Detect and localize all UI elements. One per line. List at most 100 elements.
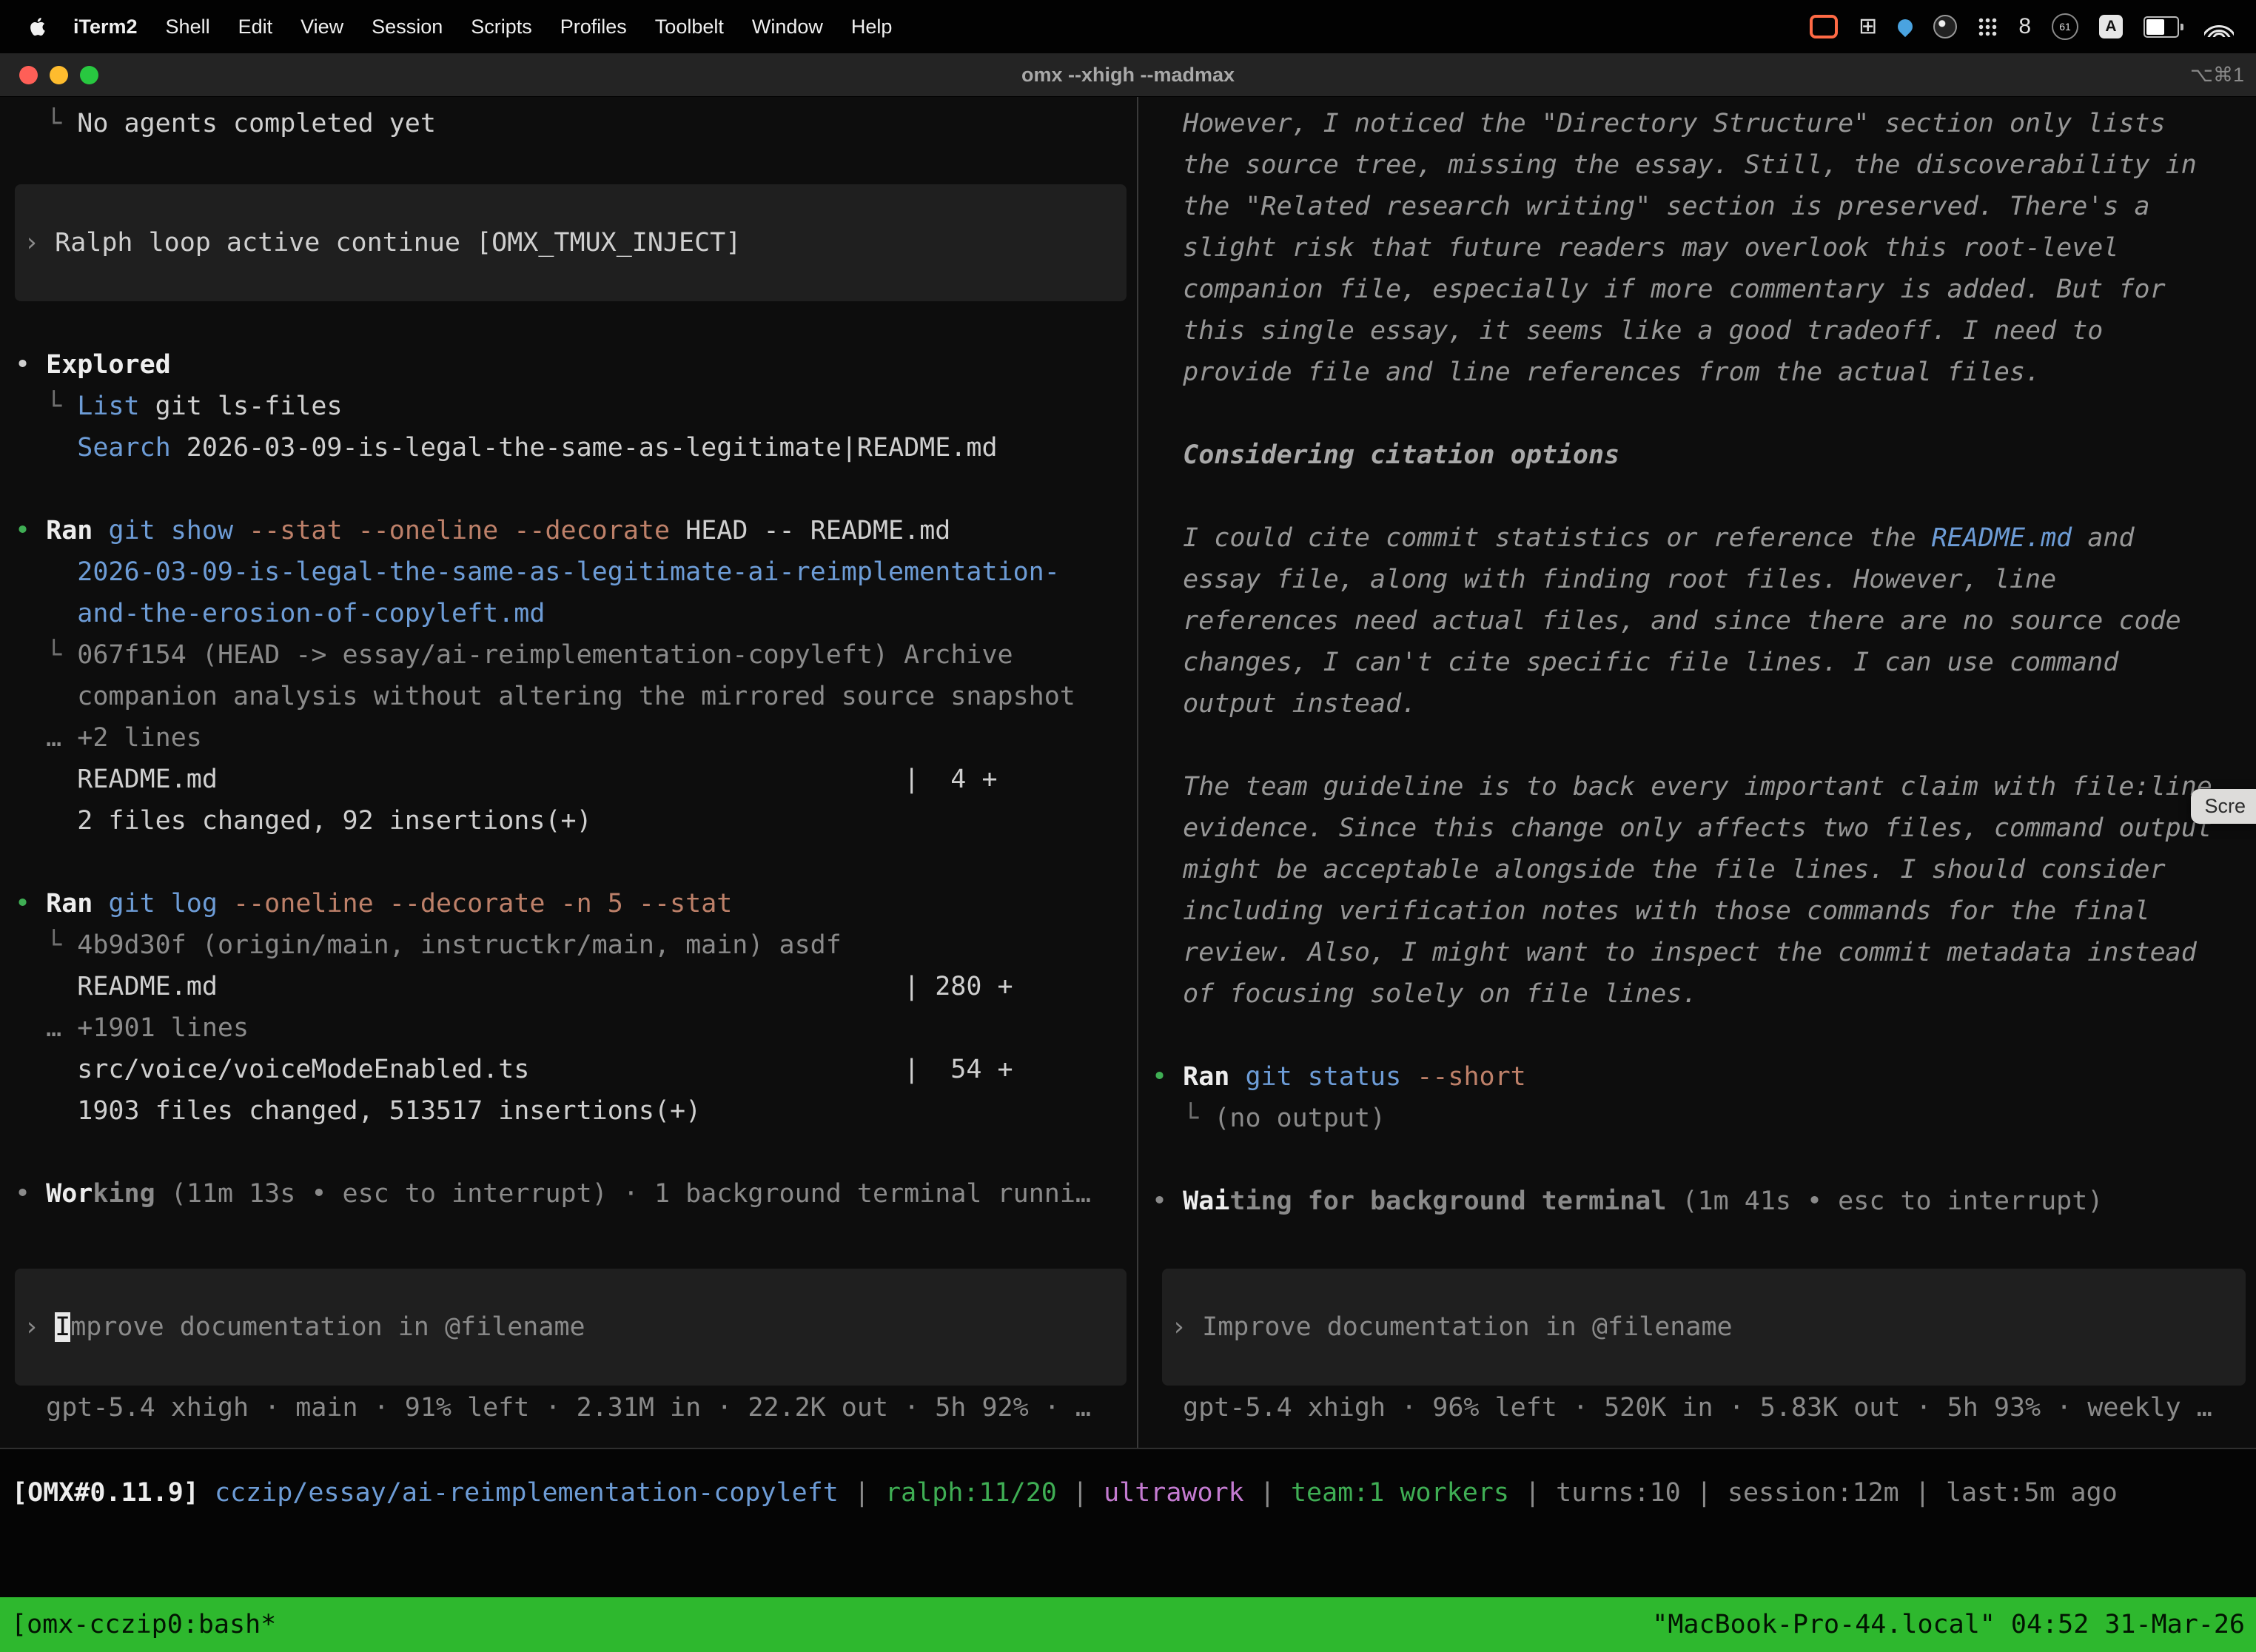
chat-input-right[interactable]: › Improve documentation in @filename xyxy=(1162,1269,2246,1386)
terminal-line xyxy=(1152,476,2256,517)
terminal-line xyxy=(15,1132,1137,1173)
terminal-line: README.md | 280 + xyxy=(15,966,1137,1007)
terminal-line: └ List git ls-files xyxy=(15,386,1137,427)
terminal-line: references need actual files, and since … xyxy=(1152,600,2256,642)
terminal-line: … +2 lines xyxy=(15,717,1137,759)
agent-summary: └ No agents completed yet xyxy=(15,103,1137,144)
input-placeholder: mprove documentation in @filename xyxy=(70,1312,585,1342)
terminal-line xyxy=(1152,1139,2256,1181)
terminal-line xyxy=(1152,1015,2256,1056)
dots-grid-icon[interactable] xyxy=(1978,17,1998,37)
agent-transcript-right: However, I noticed the "Directory Struct… xyxy=(1152,103,2256,1222)
window-shortcut-hint: ⌥⌘1 xyxy=(2190,64,2244,87)
tmux-host-clock-label: "MacBook-Pro-44.local" 04:52 31-Mar-26 xyxy=(1652,1610,2245,1639)
terminal-line: • Explored xyxy=(15,344,1137,386)
close-button[interactable] xyxy=(19,66,38,84)
window-title: omx --xhigh --madmax xyxy=(0,64,2256,87)
menu-bar-status-icons: ⊞ 8 61 A xyxy=(1810,13,2234,40)
battery-percent-icon[interactable]: 61 xyxy=(2052,13,2078,40)
inject-message-box: › Ralph loop active continue [OMX_TMUX_I… xyxy=(15,184,1127,301)
terminal-line: might be acceptable alongside the file l… xyxy=(1152,849,2256,890)
terminal-line xyxy=(1152,393,2256,434)
omx-status-line: [OMX#0.11.9] cczip/essay/ai-reimplementa… xyxy=(0,1472,2256,1514)
terminal-line: … +1901 lines xyxy=(15,1007,1137,1049)
battery-icon[interactable] xyxy=(2143,16,2183,38)
prompt-chevron: › xyxy=(1171,1312,1186,1342)
input-source-icon[interactable]: A xyxy=(2099,15,2123,38)
terminal-line xyxy=(1152,725,2256,766)
terminal-line: However, I noticed the "Directory Struct… xyxy=(1152,103,2256,144)
input-placeholder: Improve documentation in @filename xyxy=(1202,1312,1732,1342)
inject-tag: [OMX_TMUX_INJECT] xyxy=(476,228,741,258)
disk-utility-icon[interactable] xyxy=(1933,15,1957,38)
terminal-pane-right[interactable]: However, I noticed the "Directory Struct… xyxy=(1138,97,2256,1448)
terminal-line: I could cite commit statistics or refere… xyxy=(1152,517,2256,559)
menu-item-view[interactable]: View xyxy=(286,16,357,38)
menu-items: iTerm2ShellEditViewSessionScriptsProfile… xyxy=(59,16,906,38)
menu-item-edit[interactable]: Edit xyxy=(224,16,287,38)
terminal-line: • Ran git show --stat --oneline --decora… xyxy=(15,510,1137,551)
model-status-left: gpt-5.4 xhigh · main · 91% left · 2.31M … xyxy=(15,1387,1137,1428)
terminal-line: changes, I can't cite specific file line… xyxy=(1152,642,2256,683)
prompt-chevron: › xyxy=(24,1312,39,1342)
terminal-line: 2 files changed, 92 insertions(+) xyxy=(15,800,1137,842)
terminal-line xyxy=(15,842,1137,883)
terminal-line: • Waiting for background terminal (1m 41… xyxy=(1152,1181,2256,1222)
terminal-line: • Working (11m 13s • esc to interrupt) ·… xyxy=(15,1173,1137,1215)
text-cursor: I xyxy=(55,1312,70,1342)
window-title-bar: omx --xhigh --madmax ⌥⌘1 xyxy=(0,53,2256,97)
terminal-line: The team guideline is to back every impo… xyxy=(1152,766,2256,807)
pane-bottom-right: › Improve documentation in @filename gpt… xyxy=(1152,1269,2256,1448)
terminal-line: evidence. Since this change only affects… xyxy=(1152,807,2256,849)
terminal-line: 1903 files changed, 513517 insertions(+) xyxy=(15,1090,1137,1132)
tmux-status-bar: [omx-cczip0:bash* "MacBook-Pro-44.local"… xyxy=(0,1597,2256,1652)
tmux-panes: └ No agents completed yet › Ralph loop a… xyxy=(0,97,2256,1449)
menu-item-profiles[interactable]: Profiles xyxy=(546,16,641,38)
terminal-line: and-the-erosion-of-copyleft.md xyxy=(15,593,1137,634)
window-grid-icon[interactable]: ⊞ xyxy=(1859,16,1877,38)
wifi-icon[interactable] xyxy=(2204,16,2234,37)
apple-logo-icon[interactable] xyxy=(30,16,49,38)
menu-item-shell[interactable]: Shell xyxy=(152,16,224,38)
terminal-pane-left[interactable]: └ No agents completed yet › Ralph loop a… xyxy=(0,97,1138,1448)
terminal-line: [OMX#0.11.9] cczip/essay/ai-reimplementa… xyxy=(12,1472,2256,1514)
terminal-line: Considering citation options xyxy=(1152,434,2256,476)
menu-item-toolbelt[interactable]: Toolbelt xyxy=(641,16,738,38)
terminal-line: 2026-03-09-is-legal-the-same-as-legitima… xyxy=(15,551,1137,593)
menu-item-scripts[interactable]: Scripts xyxy=(457,16,546,38)
menu-bar: iTerm2ShellEditViewSessionScriptsProfile… xyxy=(0,0,2256,53)
terminal-line xyxy=(15,469,1137,510)
agent-transcript-left: • Explored└ List git ls-filesSearch 2026… xyxy=(15,344,1137,1215)
screen-recording-icon[interactable] xyxy=(1810,15,1838,38)
screenshot-popup[interactable]: Scre xyxy=(2191,789,2256,824)
terminal-line: this single essay, it seems like a good … xyxy=(1152,310,2256,352)
terminal-line: review. Also, I might want to inspect th… xyxy=(1152,932,2256,973)
menu-item-session[interactable]: Session xyxy=(357,16,457,38)
pane-bottom-left: › I mprove documentation in @filename gp… xyxy=(15,1269,1137,1448)
terminal-line: essay file, along with finding root file… xyxy=(1152,559,2256,600)
terminal-line: companion file, especially if more comme… xyxy=(1152,269,2256,310)
terminal-line: • Ran git log --oneline --decorate -n 5 … xyxy=(15,883,1137,924)
terminal-line: • Ran git status --short xyxy=(1152,1056,2256,1098)
window-controls xyxy=(19,66,98,84)
terminal-line: the source tree, missing the essay. Stil… xyxy=(1152,144,2256,186)
terminal-area: └ No agents completed yet › Ralph loop a… xyxy=(0,97,2256,1597)
chat-input-left[interactable]: › I mprove documentation in @filename xyxy=(15,1269,1127,1386)
tmux-session-window-label: [omx-cczip0:bash* xyxy=(11,1610,276,1639)
terminal-line: including verification notes with those … xyxy=(1152,890,2256,932)
model-status-right: gpt-5.4 xhigh · 96% left · 520K in · 5.8… xyxy=(1152,1387,2256,1428)
terminal-line: output instead. xyxy=(1152,683,2256,725)
menu-item-help[interactable]: Help xyxy=(837,16,907,38)
figure-eight-icon[interactable]: 8 xyxy=(2018,16,2031,38)
menu-item-iterm2[interactable]: iTerm2 xyxy=(59,16,152,38)
menu-item-window[interactable]: Window xyxy=(738,16,837,38)
terminal-line: src/voice/voiceModeEnabled.ts | 54 + xyxy=(15,1049,1137,1090)
terminal-line: Search 2026-03-09-is-legal-the-same-as-l… xyxy=(15,427,1137,469)
zoom-button[interactable] xyxy=(80,66,98,84)
terminal-line: └ No agents completed yet xyxy=(15,103,1137,144)
minimize-button[interactable] xyxy=(50,66,68,84)
water-drop-icon[interactable] xyxy=(1895,16,1916,37)
prompt-chevron: › xyxy=(24,228,39,258)
terminal-line: └ (no output) xyxy=(1152,1098,2256,1139)
terminal-line: └ 067f154 (HEAD -> essay/ai-reimplementa… xyxy=(15,634,1137,676)
